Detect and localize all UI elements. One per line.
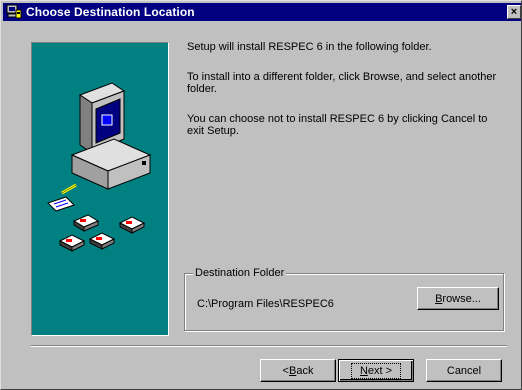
close-icon: × xyxy=(510,6,518,18)
next-accelerator: N xyxy=(359,364,368,377)
browse-button[interactable]: Browse... xyxy=(417,287,499,310)
destination-path: C:\Program Files\RESPEC6 xyxy=(197,298,334,310)
setup-illustration xyxy=(31,42,169,336)
next-focus-rect: Next > xyxy=(350,362,402,379)
cancel-button[interactable]: Cancel xyxy=(426,359,502,382)
back-button[interactable]: < Back xyxy=(260,359,336,382)
browse-instruction-message: To install into a different folder, clic… xyxy=(187,71,497,95)
close-button[interactable]: × xyxy=(507,5,521,19)
cancel-label: Cancel xyxy=(446,364,482,377)
next-button[interactable]: Next > xyxy=(338,359,414,382)
browse-accelerator: B xyxy=(435,292,443,305)
button-separator xyxy=(31,345,507,347)
destination-folder-group: Destination Folder C:\Program Files\RESP… xyxy=(184,267,504,331)
back-label: ack xyxy=(296,364,314,377)
window-title: Choose Destination Location xyxy=(26,5,195,19)
install-folder-message: Setup will install RESPEC 6 in the follo… xyxy=(187,41,432,53)
destination-folder-label: Destination Folder xyxy=(193,267,287,279)
next-label: ext > xyxy=(367,364,393,377)
computer-illustration-icon xyxy=(47,82,152,252)
title-bar[interactable]: Choose Destination Location × xyxy=(3,3,521,21)
setup-computer-icon xyxy=(6,4,22,19)
back-accelerator: B xyxy=(288,364,297,377)
setup-dialog: Choose Destination Location × Setup will… xyxy=(0,0,522,390)
browse-label: rowse... xyxy=(442,292,481,305)
cancel-instruction-message: You can choose not to install RESPEC 6 b… xyxy=(187,113,488,137)
